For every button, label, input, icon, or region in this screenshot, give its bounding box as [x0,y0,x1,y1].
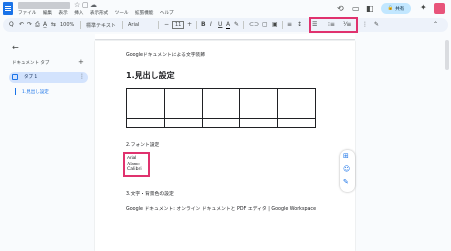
menu-extensions[interactable]: 拡張機能 [135,11,153,16]
pencil-edit-icon[interactable]: ✎ [374,21,379,28]
font-size-input[interactable]: 11 [172,21,185,29]
ruler[interactable] [95,34,355,40]
doc-footer-text[interactable]: Google ドキュメント: オンライン ドキュメントと PDF エディタ | … [126,205,316,212]
lock-icon: 🔒 [387,6,394,11]
table-cell[interactable] [163,118,203,128]
italic-button[interactable]: I [210,21,212,28]
font-select[interactable]: Arial [128,22,139,28]
font-size-decrease[interactable]: − [164,21,169,28]
menu-bar: ファイル 編集 表示 挿入 表示形式 ツール 拡張機能 ヘルプ [18,10,179,16]
scrollbar[interactable] [445,40,449,70]
table-cell[interactable] [277,88,316,119]
outline-indicator [15,88,16,95]
move-icon[interactable]: ▢ [82,1,89,9]
docs-icon[interactable] [3,2,13,15]
menu-insert[interactable]: 挿入 [74,11,83,16]
paint-format-icon[interactable]: ⇆ [51,21,56,28]
font-sample-calibri[interactable]: Calibri [127,167,142,172]
toolbar-divider [282,21,283,29]
collapse-menus-icon[interactable]: ⌃ [433,21,438,28]
toolbar-divider [243,21,244,29]
zoom-select[interactable]: 100% [60,22,74,28]
align-icon[interactable]: ≡ [287,21,292,28]
table-cell[interactable] [126,88,165,119]
document-title[interactable] [18,2,70,9]
spellcheck-icon[interactable]: A̲ [43,21,47,28]
print-icon[interactable]: ⎙ [35,21,40,29]
toolbar-divider [158,21,159,29]
highlight-color-icon[interactable]: ✎ [234,21,239,28]
underline-button[interactable]: U [218,21,222,28]
toolbar-divider [122,21,123,29]
add-tab-button[interactable]: + [78,58,84,66]
menu-format[interactable]: 表示形式 [90,11,108,16]
doc-section-3[interactable]: 3.文字・背景色の設定 [126,190,174,197]
avatar[interactable] [434,3,445,14]
document-table[interactable] [126,88,316,128]
menu-help[interactable]: ヘルプ [160,11,174,16]
menu-edit[interactable]: 編集 [43,11,52,16]
table-cell[interactable] [277,118,316,128]
toolbar-divider [80,21,81,29]
tab-more-icon[interactable]: ⋮ [79,73,85,80]
gemini-icon[interactable]: ✦ [420,3,427,12]
font-size-increase[interactable]: + [187,21,192,28]
style-select[interactable]: 標準テキスト [86,22,116,29]
more-options-icon[interactable]: ⋮ [362,21,368,28]
doc-heading-1[interactable]: 1.見出し設定 [126,70,175,81]
share-button[interactable]: 🔒 共有 [381,3,411,14]
outline-item[interactable]: 1.見出し設定 [22,89,49,95]
tab-item[interactable] [9,72,88,83]
bold-button[interactable]: B [201,21,206,28]
history-icon[interactable]: ⟲ [337,4,344,13]
menu-file[interactable]: ファイル [18,11,36,16]
toolbar-divider [196,21,197,29]
add-comment-icon[interactable]: ⊞ [343,152,349,160]
add-comment-icon[interactable]: ▢ [262,21,268,28]
star-icon[interactable]: ☆ [74,1,80,9]
undo-icon[interactable]: ↶ [19,21,24,28]
doc-intro-text[interactable]: Googleドキュメントによる文字装飾 [126,51,205,58]
table-cell[interactable] [239,118,279,128]
suggest-edit-icon[interactable]: ✎ [343,178,349,186]
font-sample-alamo[interactable]: Alamo [127,161,140,166]
back-arrow-icon[interactable]: ← [12,43,19,52]
highlight-annotation-box [309,17,358,33]
document-tabs-heading: ドキュメント タブ [12,61,50,66]
video-icon[interactable]: ◧ [366,4,374,13]
table-cell[interactable] [126,118,165,128]
menu-view[interactable]: 表示 [59,11,68,16]
font-sample-arial[interactable]: Arial [127,155,136,160]
table-cell[interactable] [239,88,279,119]
share-label: 共有 [395,6,405,12]
tab-icon [12,74,18,80]
redo-icon[interactable]: ↷ [27,21,32,28]
line-spacing-icon[interactable]: ↕ [297,21,302,28]
doc-section-2[interactable]: 2.フォント設定 [126,141,159,148]
menu-tools[interactable]: ツール [115,11,129,16]
tab-label: タブ 1 [24,75,38,80]
table-cell[interactable] [201,88,241,119]
table-cell[interactable] [201,118,241,128]
cloud-icon[interactable]: ☁ [90,1,97,9]
emoji-icon[interactable]: ☺ [343,165,350,173]
search-menus-icon[interactable]: Q [9,21,14,28]
image-icon[interactable]: ▣ [272,21,278,28]
comment-icon[interactable]: ▭ [352,4,360,13]
link-icon[interactable]: ⊂⊃ [249,21,259,28]
table-cell[interactable] [163,88,203,119]
text-color-button[interactable]: A [226,21,231,29]
